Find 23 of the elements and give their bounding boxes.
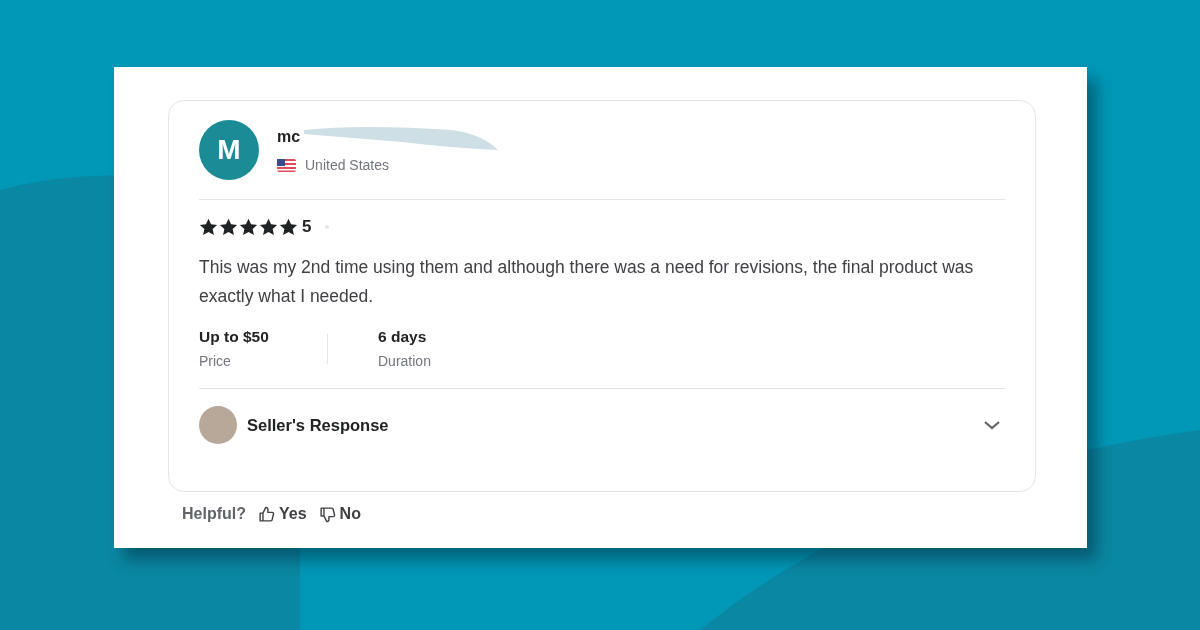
detail-value: Up to $50 bbox=[199, 328, 270, 346]
star-icon bbox=[259, 218, 278, 236]
thumbs-up-icon bbox=[258, 505, 275, 523]
review-text: This was my 2nd time using them and although there was a need for revisions, the final product was exactly what I needed. bbox=[199, 256, 975, 308]
no-button[interactable]: No bbox=[318, 505, 361, 523]
star-icon bbox=[199, 218, 218, 236]
thumbs-down-icon bbox=[318, 505, 336, 523]
chevron-icon[interactable] bbox=[983, 419, 1001, 431]
detail-value: 6 days bbox=[378, 328, 428, 346]
username: mc bbox=[277, 128, 301, 146]
seller-avatar-placeholder bbox=[199, 406, 237, 444]
helpful-label: Helpful? bbox=[182, 505, 246, 523]
star-icon bbox=[239, 218, 258, 236]
star-icon bbox=[219, 218, 238, 236]
detail-label: Duration bbox=[378, 353, 432, 369]
star-icon bbox=[279, 218, 298, 236]
flag-icon bbox=[277, 158, 296, 172]
detail-label: Price bbox=[199, 353, 232, 369]
user-avatar: M bbox=[199, 120, 259, 180]
seller-response-title: Seller's Response bbox=[247, 415, 389, 435]
country-name: United States bbox=[305, 157, 390, 173]
yes-button[interactable]: Yes bbox=[258, 505, 307, 523]
rating-value: 5 bbox=[302, 217, 312, 237]
